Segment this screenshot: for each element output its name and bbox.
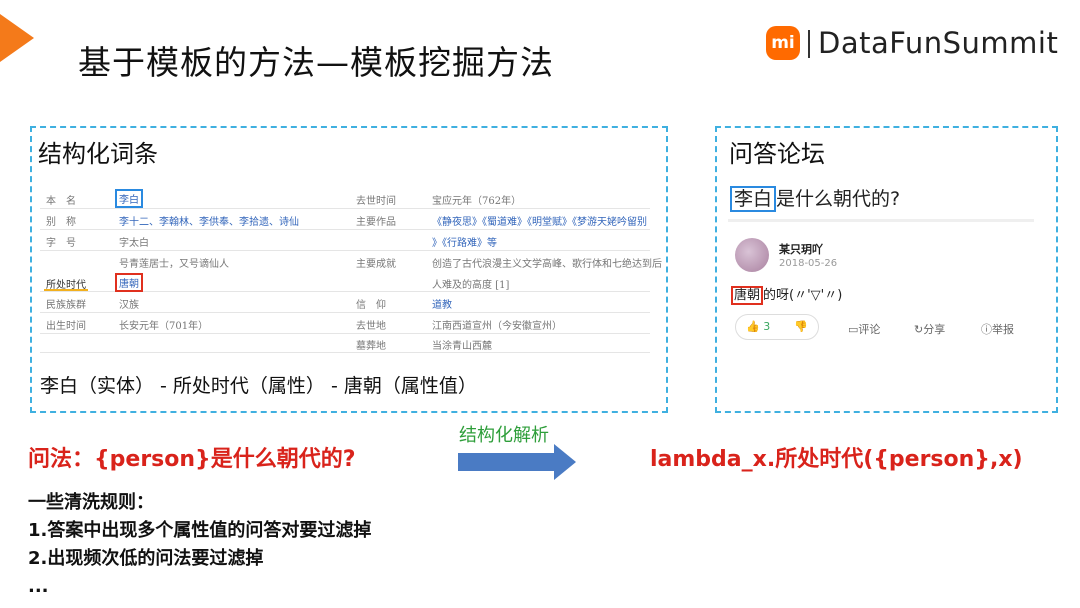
thumbs-down-icon: 👎 — [794, 320, 808, 333]
comment-icon: ▭ — [848, 323, 859, 336]
question-rest: 是什么朝代的? — [776, 188, 901, 210]
table-divider — [40, 208, 650, 209]
logo-text: DataFunSummit — [818, 26, 1059, 60]
qa-forum-panel — [715, 126, 1058, 413]
avatar[interactable] — [735, 238, 769, 272]
attr-label: 出生时间 — [46, 321, 86, 332]
attr-label: 去世地 — [356, 321, 386, 332]
attr-value[interactable]: 》《行路难》等 — [432, 234, 497, 249]
attr-label: 主要作品 — [356, 217, 396, 228]
forum-answer: 唐朝 的呀(〃'▽'〃) — [731, 284, 843, 305]
attr-value[interactable]: 《静夜思》《蜀道难》《明堂赋》《梦游天姥吟留别 — [432, 213, 647, 228]
downvote-button[interactable]: 👎 — [794, 320, 808, 333]
entity-value-li-bai[interactable]: 李白 — [115, 189, 143, 208]
share-button[interactable]: ↻分享 — [914, 321, 945, 337]
report-icon: ⓘ — [981, 323, 992, 336]
cleaning-rules: 一些清洗规则： 1.答案中出现多个属性值的问答对要过滤掉 2.出现频次低的问法要… — [28, 489, 371, 601]
attr-value: 宝应元年（762年） — [432, 196, 522, 207]
mi-logo-icon: mi — [766, 26, 800, 60]
table-divider — [40, 352, 650, 353]
report-button[interactable]: ⓘ举报 — [981, 321, 1014, 337]
knowledge-triple: 李白（实体） - 所处时代（属性） - 唐朝（属性值） — [40, 375, 477, 397]
question-divider — [728, 219, 1034, 222]
table-divider — [40, 250, 650, 251]
question-entity: 李白 — [730, 186, 777, 212]
rule-item: 1.答案中出现多个属性值的问答对要过滤掉 — [28, 520, 372, 541]
attr-value[interactable]: 道教 — [432, 296, 452, 311]
upvote-button[interactable]: 👍 3 — [746, 320, 770, 333]
comment-label: 评论 — [858, 323, 881, 336]
attr-value-tang-dynasty[interactable]: 唐朝 — [115, 273, 143, 292]
attr-label: 民族族群 — [46, 300, 86, 311]
right-arrow-icon — [458, 444, 576, 480]
attr-label: 信 仰 — [356, 300, 386, 311]
answer-entity: 唐朝 — [731, 286, 764, 305]
qa-forum-title: 问答论坛 — [729, 140, 825, 168]
rule-item: ... — [28, 576, 49, 597]
lambda-expression: lambda_x.所处时代({person},x) — [650, 447, 1023, 472]
post-date: 2018-05-26 — [779, 258, 838, 269]
attr-value: 号青莲居士，又号谪仙人 — [119, 259, 229, 270]
table-divider — [40, 333, 650, 334]
attr-value[interactable]: 李十二、李翰林、李供奉、李拾遗、诗仙 — [119, 213, 299, 228]
attr-label: 本 名 — [46, 196, 76, 207]
structured-entry-title: 结构化词条 — [38, 140, 158, 168]
forum-question: 李白 是什么朝代的? — [730, 184, 901, 212]
attr-value: 字太白 — [119, 238, 149, 249]
attr-label: 墓葬地 — [356, 341, 386, 352]
comment-button[interactable]: ▭评论 — [848, 321, 880, 337]
logo-separator — [808, 30, 810, 58]
rule-item: 2.出现频次低的问法要过滤掉 — [28, 548, 264, 569]
corner-accent-triangle — [0, 14, 34, 62]
attr-value: 创造了古代浪漫主义文学高峰、歌行体和七绝达到后 — [432, 259, 662, 270]
attr-label: 字 号 — [46, 238, 76, 249]
rules-heading: 一些清洗规则： — [28, 492, 154, 513]
question-template: 问法：{person}是什么朝代的? — [28, 447, 356, 472]
attr-value: 人难及的高度 [1] — [432, 280, 510, 291]
attr-label: 去世时间 — [356, 196, 396, 207]
era-underline — [44, 289, 88, 291]
thumbs-up-icon: 👍 — [746, 320, 760, 333]
attr-value: 江南西道宣州（今安徽宣州） — [432, 321, 562, 332]
attr-label: 主要成就 — [356, 259, 396, 270]
username[interactable]: 某只玥吖 — [779, 241, 823, 257]
upvote-count: 3 — [763, 320, 771, 333]
table-divider — [40, 229, 650, 230]
attr-value: 当涂青山西麓 — [432, 341, 492, 352]
answer-rest: 的呀(〃'▽'〃) — [763, 288, 843, 303]
share-icon: ↻ — [914, 323, 924, 336]
share-label: 分享 — [923, 323, 946, 336]
attr-value: 汉族 — [119, 300, 139, 311]
report-label: 举报 — [992, 323, 1014, 336]
attr-value: 长安元年（701年） — [119, 321, 209, 332]
table-divider — [40, 312, 650, 313]
slide-title: 基于模板的方法—模板挖掘方法 — [78, 43, 554, 82]
attr-label: 别 称 — [46, 217, 76, 228]
